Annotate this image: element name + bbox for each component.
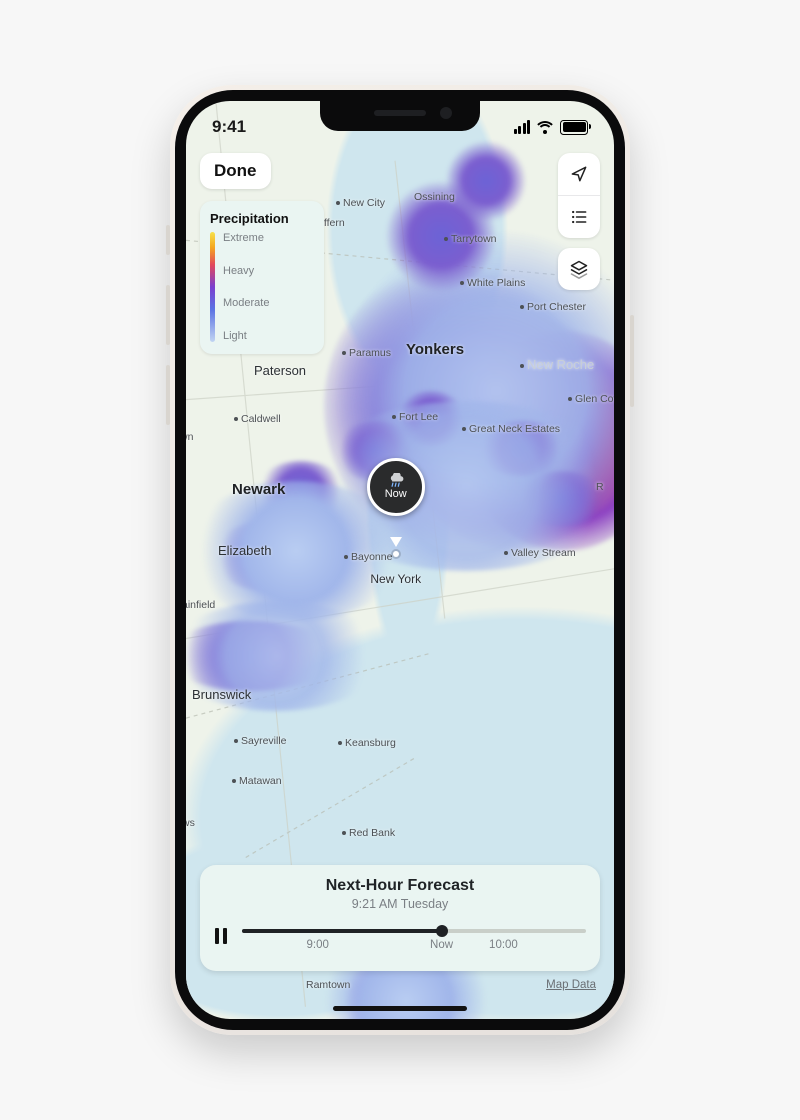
list-icon	[569, 207, 589, 227]
map-label: Bayonne	[344, 551, 392, 563]
layers-icon	[569, 259, 589, 279]
legend-title: Precipitation	[210, 211, 314, 226]
pin-city-label: New York	[370, 572, 421, 586]
map-label: ainfield	[186, 599, 215, 611]
volume-down-button	[166, 365, 170, 425]
cellular-icon	[514, 120, 531, 134]
notch	[320, 101, 480, 131]
layers-button[interactable]	[558, 248, 600, 290]
map-label: New Roche	[520, 357, 594, 372]
cloud-rain-icon	[386, 473, 406, 487]
map-label: White Plains	[460, 277, 525, 289]
forecast-card: Next-Hour Forecast 9:21 AM Tuesday	[200, 865, 600, 971]
map-label: Caldwell	[234, 413, 281, 425]
map-label: New City	[336, 197, 385, 209]
map-label: wn	[186, 431, 193, 443]
map-label: ws	[186, 817, 195, 829]
map-label: Port Chester	[520, 301, 586, 313]
done-label: Done	[214, 161, 257, 180]
timeline-thumb[interactable]	[436, 925, 448, 937]
map-label: Great Neck Estates	[462, 423, 560, 435]
power-button	[630, 315, 634, 407]
precipitation-legend: Precipitation Extreme Heavy Moderate Lig…	[200, 201, 324, 354]
map-label: Ramtown	[306, 979, 350, 991]
pin-label: Now	[385, 488, 407, 500]
forecast-subtitle: 9:21 AM Tuesday	[214, 897, 586, 911]
map-label: Tarrytown	[444, 233, 497, 245]
map-label: Paramus	[342, 347, 391, 359]
map-label: Ossining	[414, 191, 455, 203]
done-button[interactable]: Done	[200, 153, 271, 189]
map-label: Matawan	[232, 775, 282, 787]
timeline-label-next: 10:00	[489, 939, 518, 951]
volume-up-button	[166, 285, 170, 345]
map-label: Brunswick	[192, 687, 251, 702]
timeline-label-now: Now	[430, 939, 453, 951]
map-label: Sayreville	[234, 735, 287, 747]
map-label: Fort Lee	[392, 411, 438, 423]
timeline-fill	[242, 929, 442, 933]
legend-level: Light	[223, 330, 269, 342]
phone-bezel: 9:41	[175, 90, 625, 1030]
battery-icon	[560, 120, 588, 135]
map-label: Paterson	[254, 363, 306, 378]
timeline-label-start: 9:00	[306, 939, 328, 951]
wifi-icon	[536, 120, 554, 134]
list-button[interactable]	[558, 195, 600, 238]
status-time: 9:41	[212, 117, 246, 137]
legend-level: Heavy	[223, 265, 269, 277]
legend-level: Extreme	[223, 232, 269, 244]
map-label: R	[596, 481, 604, 493]
map-label: Glen Cov	[568, 393, 614, 405]
map-label: Valley Stream	[504, 547, 576, 559]
forecast-title: Next-Hour Forecast	[214, 877, 586, 895]
locate-button[interactable]	[558, 153, 600, 195]
map-label: Yonkers	[406, 341, 464, 358]
screen: 9:41	[186, 101, 614, 1019]
map-tools-group	[558, 153, 600, 238]
location-arrow-icon	[569, 164, 589, 184]
pin-tail	[390, 537, 402, 547]
play-pause-button[interactable]	[214, 927, 230, 950]
location-pin[interactable]: Now	[367, 458, 425, 516]
pin-dot	[393, 551, 399, 557]
mute-switch	[166, 225, 170, 255]
phone-frame: 9:41	[170, 85, 630, 1035]
pause-icon	[214, 927, 228, 945]
home-indicator[interactable]	[333, 1006, 467, 1011]
legend-gradient	[210, 232, 215, 342]
map-tools	[558, 153, 600, 290]
map-label: Newark	[232, 481, 285, 498]
map-data-link[interactable]: Map Data	[546, 979, 596, 991]
legend-level: Moderate	[223, 297, 269, 309]
map-label: Keansburg	[338, 737, 396, 749]
map-label: Elizabeth	[218, 543, 271, 558]
map-label: Red Bank	[342, 827, 395, 839]
timeline-slider[interactable]: 9:00 Now 10:00	[242, 921, 586, 955]
